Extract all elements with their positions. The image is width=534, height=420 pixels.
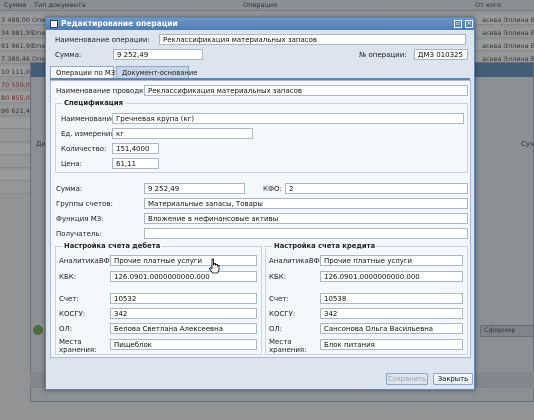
recipient-label: Получатель: [56, 230, 102, 238]
credit-account-section: Настройка счета кредита АналитикаВФО_2 П… [265, 242, 468, 355]
edit-operation-dialog: Редактирование операции ▫ × Наименование… [45, 17, 475, 390]
credit-place-label-1: Места [269, 338, 292, 346]
operation-number-label: № операции: [359, 51, 407, 59]
credit-place-label-2: хранения: [269, 346, 307, 354]
credit-kosgu-field[interactable]: 342 [320, 308, 463, 319]
spec-price-label: Цена: [61, 160, 82, 168]
credit-ol-label: ОЛ: [269, 325, 283, 333]
debit-place-label-2: хранения: [59, 346, 97, 354]
spec-unit-label: Ед. измерения: [61, 130, 118, 138]
spec-name-field[interactable]: Гречневая крупа (кг) [112, 113, 464, 124]
account-groups-field[interactable]: Материальные запасы, Товары [144, 198, 468, 209]
posting-name-field[interactable]: Реклассификация материальных запасов [144, 85, 468, 96]
credit-kbk-label: КБК: [269, 273, 287, 281]
spec-name-label: Наименование: [61, 115, 118, 123]
credit-kosgu-label: КОСГУ: [269, 310, 296, 318]
operation-sum-field[interactable]: 9 252,49 [113, 49, 203, 60]
debit-account-section: Настройка счета дебета АналитикаВФО_2 Пр… [55, 242, 262, 355]
window-icon [50, 20, 58, 28]
debit-kbk-field[interactable]: 126.0901.0000000000.000 [110, 271, 257, 282]
operation-name-label: Наименование операции: [55, 36, 150, 44]
close-icon[interactable]: × [465, 20, 473, 28]
operation-sum-label: Сумма: [55, 51, 82, 59]
maximize-icon[interactable]: ▫ [454, 20, 462, 28]
dialog-title: Редактирование операции [61, 19, 178, 28]
save-button[interactable]: Сохранить [386, 373, 428, 385]
spec-price-field[interactable]: 61,11 [112, 158, 159, 169]
debit-storage-field[interactable]: Пищеблок [110, 339, 257, 350]
sum-label: Сумма: [56, 185, 83, 193]
sum-field[interactable]: 9 252,49 [144, 183, 245, 194]
credit-account-label: Счет: [269, 295, 289, 303]
close-button[interactable]: Закрыть [433, 373, 473, 385]
kfo-field[interactable]: 2 [285, 183, 468, 194]
spec-quantity-label: Количество: [61, 145, 107, 153]
spec-quantity-field[interactable]: 151,4000 [112, 143, 159, 154]
credit-ol-field[interactable]: Сансонова Ольга Васильевна [320, 323, 463, 334]
account-groups-label: Группы счетов: [56, 200, 113, 208]
credit-kbk-field[interactable]: 126.0901.0000000000.000 [320, 271, 463, 282]
debit-place-label-1: Места [59, 338, 82, 346]
posting-name-label: Наименование проводки: [56, 87, 151, 95]
specification-title: Спецификация [62, 99, 125, 107]
recipient-field[interactable] [144, 228, 468, 239]
debit-section-title: Настройка счета дебета [62, 242, 163, 250]
credit-storage-field[interactable]: Блок питания [320, 339, 463, 350]
dialog-footer: Сохранить Закрыть [46, 370, 474, 390]
mz-function-field[interactable]: Вложение в нефинансовые активы [144, 213, 468, 224]
spec-unit-field[interactable]: кг [112, 128, 253, 139]
debit-kosgu-label: КОСГУ: [59, 310, 86, 318]
operation-number-field[interactable]: ДМЗ 010325 [414, 49, 468, 60]
debit-account-label: Счет: [59, 295, 79, 303]
specification-section: Спецификация Наименование: Гречневая кру… [55, 99, 468, 173]
debit-kosgu-field[interactable]: 342 [110, 308, 257, 319]
tab-panel: Наименование проводки: Реклассификация м… [50, 80, 471, 358]
hand-cursor-icon [208, 258, 220, 274]
credit-section-title: Настройка счета кредита [272, 242, 378, 250]
operation-name-field[interactable]: Реклассификация материальных запасов [159, 34, 466, 45]
dialog-titlebar[interactable]: Редактирование операции ▫ × [46, 18, 474, 30]
debit-ol-field[interactable]: Белова Светлана Алексеевна [110, 323, 257, 334]
mz-function-label: Функция МЗ: [56, 215, 104, 223]
debit-account-field[interactable]: 10532 [110, 293, 257, 304]
credit-account-field[interactable]: 10538 [320, 293, 463, 304]
debit-analytics-field[interactable]: Прочие платные услуги [110, 255, 257, 266]
kfo-label: КФО: [263, 185, 282, 193]
debit-kbk-label: КБК: [59, 273, 77, 281]
credit-analytics-field[interactable]: Прочие платные услуги [320, 255, 463, 266]
debit-ol-label: ОЛ: [59, 325, 73, 333]
